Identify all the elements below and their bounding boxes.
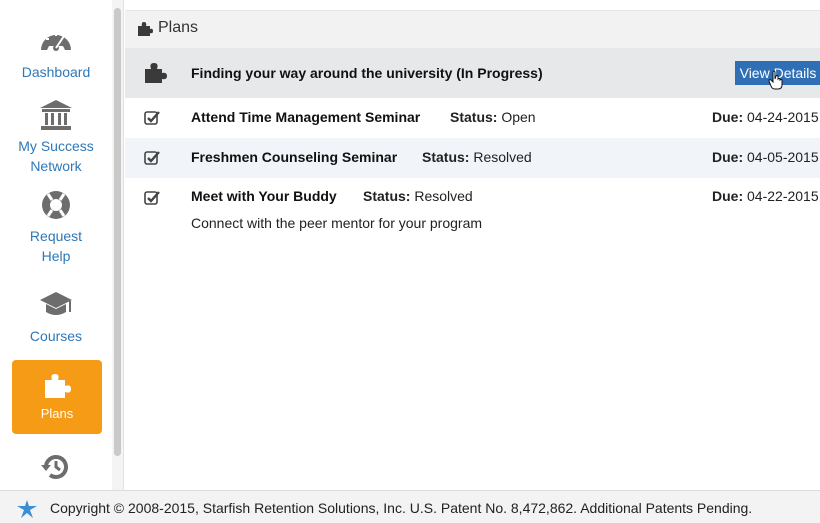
graduation-cap-icon [38, 288, 74, 322]
task-status: Status: Resolved [422, 149, 532, 165]
task-row[interactable]: Freshmen Counseling Seminar Status: Reso… [125, 138, 820, 178]
due-label: Due: [712, 188, 744, 204]
task-status: Status: Resolved [363, 188, 473, 204]
sidebar-item-label: My Success Network [18, 138, 94, 174]
task-name: Meet with Your Buddy [191, 188, 337, 204]
puzzle-icon [137, 21, 153, 37]
lifebuoy-icon [38, 188, 74, 222]
due-date: 04-05-2015 [747, 149, 819, 165]
status-label: Status: [363, 188, 411, 204]
checkbox-checked-icon[interactable] [144, 190, 160, 206]
due-label: Due: [712, 109, 744, 125]
task-row[interactable]: Attend Time Management Seminar Status: O… [125, 98, 820, 138]
status-label: Status: [422, 149, 470, 165]
status-value: Open [501, 109, 536, 125]
main-content: Plans Finding your way around the univer… [125, 0, 820, 490]
status-value: Resolved [473, 149, 532, 165]
task-due: Due: 04-24-2015 [712, 109, 819, 125]
checkbox-checked-icon[interactable] [144, 150, 160, 166]
task-name: Freshmen Counseling Seminar [191, 149, 398, 165]
checkbox-checked-icon[interactable] [144, 110, 160, 126]
dashboard-gauge-icon [38, 24, 74, 58]
sidebar-item-plans[interactable]: Plans [12, 360, 102, 434]
due-date: 04-24-2015 [747, 109, 819, 125]
task-description: Connect with the peer mentor for your pr… [191, 215, 483, 231]
task-name: Attend Time Management Seminar [191, 109, 421, 125]
task-due: Due: 04-05-2015 [712, 149, 819, 165]
app-window: Dashboard My Success Network Request Hel… [0, 0, 820, 523]
sidebar-nav: Dashboard My Success Network Request Hel… [0, 0, 112, 490]
task-row[interactable]: Meet with Your Buddy Status: Resolved Du… [125, 178, 820, 248]
puzzle-icon [143, 61, 167, 85]
status-value: Resolved [414, 188, 473, 204]
status-label: Status: [450, 109, 498, 125]
task-status: Status: Open [450, 109, 536, 125]
puzzle-icon [41, 370, 73, 402]
plan-row: Finding your way around the university (… [125, 48, 820, 98]
sidebar-item-my-success-network[interactable]: My Success Network [0, 98, 112, 176]
sidebar-item-label: Dashboard [21, 64, 91, 80]
sidebar-item-label: Request Help [29, 228, 83, 264]
sidebar-item-courses[interactable]: Courses [0, 288, 112, 346]
sidebar-item-history[interactable] [0, 450, 112, 488]
page-title: Plans [158, 19, 199, 36]
sidebar-item-label: Courses [29, 328, 83, 344]
due-date: 04-22-2015 [747, 188, 819, 204]
sidebar-scrollbar-thumb[interactable] [114, 8, 121, 456]
sidebar-item-label: Plans [40, 406, 74, 421]
hand-cursor-icon [768, 70, 784, 90]
bank-building-icon [38, 98, 74, 132]
starfish-logo-icon [17, 500, 37, 518]
plans-header: Plans [125, 10, 820, 48]
plan-title: Finding your way around the university (… [191, 65, 543, 81]
sidebar-item-dashboard[interactable]: Dashboard [0, 24, 112, 82]
footer: Copyright © 2008-2015, Starfish Retentio… [0, 490, 820, 523]
sidebar-item-request-help[interactable]: Request Help [0, 188, 112, 266]
history-icon [38, 450, 74, 484]
task-due: Due: 04-22-2015 [712, 188, 819, 204]
copyright-text: Copyright © 2008-2015, Starfish Retentio… [50, 500, 753, 516]
due-label: Due: [712, 149, 744, 165]
